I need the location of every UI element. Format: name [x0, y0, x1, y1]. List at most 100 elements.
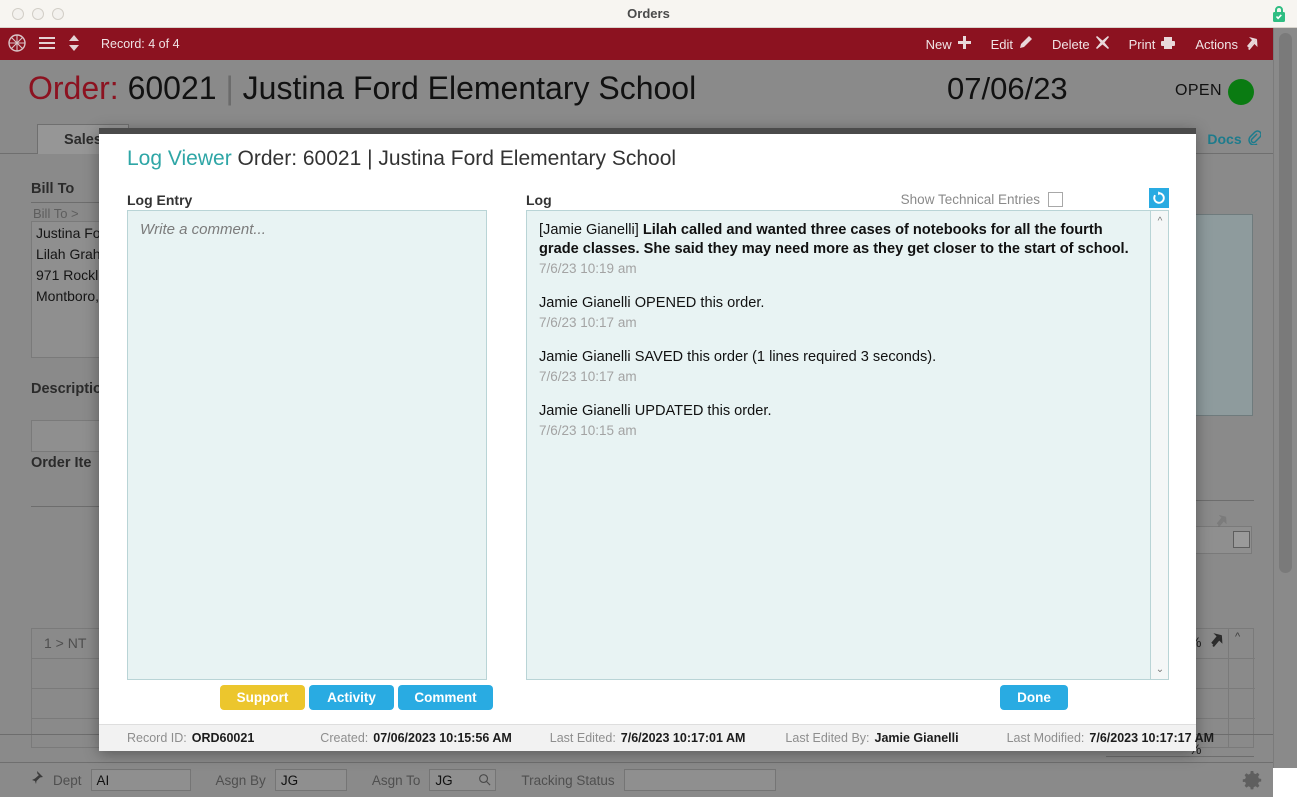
list-item: [Jamie Gianelli] Lilah called and wanted…	[539, 221, 1136, 276]
arrow-out-icon[interactable]	[1207, 631, 1224, 653]
right-rule-2	[1106, 756, 1254, 757]
bill-to-sub-label: Bill To >	[33, 206, 79, 221]
tab-sales-label: Sales	[64, 131, 102, 148]
asgn-by-value: JG	[280, 772, 299, 788]
title-separator: |	[225, 70, 234, 106]
hamburger-icon[interactable]	[38, 35, 56, 54]
status-badge: OPEN	[1175, 82, 1222, 99]
chevron-up-icon[interactable]: ^	[1151, 213, 1169, 229]
calendar-icon[interactable]	[1233, 531, 1250, 548]
last-edited-by-label: Last Edited By:	[785, 731, 870, 745]
asgn-to-input[interactable]: JG	[429, 769, 497, 791]
comment-button[interactable]: Comment	[398, 685, 493, 710]
log-entry-timestamp: 7/6/23 10:17 am	[539, 314, 637, 330]
window-title: Orders	[627, 6, 670, 21]
actions-label: Actions	[1195, 36, 1238, 52]
app-toolbar: Record: 4 of 4 New Edit Delete Print Act…	[0, 28, 1273, 60]
bill-line-1: Justina Fo	[36, 225, 101, 241]
show-technical-entries-toggle[interactable]: Show Technical Entries	[901, 192, 1063, 207]
dept-label: Dept	[53, 772, 82, 788]
done-button[interactable]: Done	[1000, 685, 1068, 710]
bill-line-2: Lilah Grah	[36, 246, 101, 262]
actions-button[interactable]: Actions	[1195, 35, 1259, 54]
delete-label: Delete	[1052, 36, 1090, 52]
pin-icon[interactable]	[28, 770, 44, 791]
chevron-down-icon[interactable]: ⌄	[1151, 661, 1169, 677]
bottom-status-bar: Dept AI Asgn By JG Asgn To JG Tracking S…	[0, 762, 1273, 797]
log-entry-placeholder: Write a comment...	[140, 221, 266, 238]
log-entry-label: Log Entry	[127, 192, 193, 208]
last-edited-value: 7/6/2023 10:17:01 AM	[620, 731, 746, 745]
globe-icon[interactable]	[7, 33, 27, 56]
order-date: 07/06/23	[947, 71, 1068, 106]
arrow-out-icon[interactable]	[1213, 513, 1228, 533]
log-entry-text: Jamie Gianelli OPENED this order.	[539, 294, 765, 311]
delete-button[interactable]: Delete	[1052, 35, 1110, 53]
record-id-label: Record ID:	[127, 731, 187, 745]
log-entry-timestamp: 7/6/23 10:19 am	[539, 260, 637, 276]
updown-arrows-icon[interactable]	[67, 34, 81, 55]
log-entry-timestamp: 7/6/23 10:17 am	[539, 368, 637, 384]
edit-label: Edit	[990, 36, 1014, 52]
print-label: Print	[1128, 36, 1156, 52]
last-edited-by-value: Jamie Gianelli	[874, 731, 959, 745]
order-items-section-title: Order Ite	[31, 455, 92, 471]
footer-last-modified: Last Modified: 7/6/2023 10:17:17 AM	[1007, 731, 1214, 745]
dialog-drag-bar[interactable]	[99, 128, 1196, 134]
paperclip-icon	[1247, 130, 1262, 148]
activity-button-label: Activity	[327, 690, 376, 705]
last-modified-label: Last Modified:	[1006, 731, 1085, 745]
record-counter: Record: 4 of 4	[101, 37, 180, 51]
asgn-by-label: Asgn By	[215, 772, 266, 788]
footer-record-id: Record ID: ORD60021	[127, 731, 254, 745]
footer-created: Created: 07/06/2023 10:15:56 AM	[320, 731, 511, 745]
log-entry-text: [Jamie Gianelli] Lilah called and wanted…	[539, 221, 1136, 259]
support-button[interactable]: Support	[220, 685, 305, 710]
log-list: [Jamie Gianelli] Lilah called and wanted…	[527, 211, 1150, 679]
bill-line-3: 971 Rockl	[36, 267, 99, 283]
done-button-label: Done	[1017, 690, 1051, 705]
created-value: 07/06/2023 10:15:56 AM	[373, 731, 512, 745]
order-prefix: Order:	[28, 70, 119, 106]
asgn-by-input[interactable]: JG	[274, 769, 347, 791]
right-mini-grid-scroll[interactable]: ^	[1228, 628, 1254, 748]
record-header: Order: 60021 | Justina Ford Elementary S…	[0, 60, 1273, 122]
dept-input[interactable]: AI	[90, 769, 191, 791]
page-title: Order: 60021 | Justina Ford Elementary S…	[28, 70, 696, 107]
refresh-icon[interactable]	[1149, 188, 1169, 208]
comment-button-label: Comment	[414, 690, 477, 705]
window-scrollbar-thumb[interactable]	[1279, 33, 1292, 573]
log-label: Log	[526, 192, 552, 208]
log-scrollbar[interactable]: ^ ⌄	[1150, 211, 1168, 679]
order-number: 60021	[127, 70, 217, 106]
dialog-button-row: Support Activity Comment Done	[99, 685, 1196, 719]
tab-docs[interactable]: Docs	[1193, 124, 1273, 154]
search-icon[interactable]	[478, 773, 491, 789]
print-button[interactable]: Print	[1129, 36, 1177, 53]
log-entry-input[interactable]: Write a comment...	[127, 210, 487, 680]
asgn-to-value: JG	[435, 772, 453, 788]
edit-button[interactable]: Edit	[991, 35, 1033, 53]
window-titlebar: Orders	[0, 0, 1297, 28]
window-scrollbar[interactable]	[1273, 28, 1297, 768]
show-technical-entries-checkbox[interactable]	[1048, 192, 1063, 207]
last-modified-value: 7/6/2023 10:17:17 AM	[1089, 731, 1215, 745]
bill-line-4: Montboro,	[36, 288, 100, 304]
support-button-label: Support	[236, 690, 289, 705]
tracking-status-input[interactable]	[623, 769, 776, 791]
dialog-title: Log Viewer Order: 60021 | Justina Ford E…	[127, 147, 676, 171]
gear-icon[interactable]	[1241, 770, 1263, 797]
grid-row-1-text: 1 > NT	[44, 635, 87, 651]
bill-to-section-title: Bill To	[31, 181, 75, 197]
chevron-up-icon[interactable]: ^	[1235, 631, 1240, 643]
last-edited-label: Last Edited:	[549, 731, 616, 745]
new-button[interactable]: New	[926, 35, 972, 53]
log-entry-text: Jamie Gianelli SAVED this order (1 lines…	[539, 348, 937, 365]
activity-button[interactable]: Activity	[309, 685, 394, 710]
dept-value: AI	[96, 772, 110, 788]
log-list-container: [Jamie Gianelli] Lilah called and wanted…	[526, 210, 1169, 680]
status-indicator-icon	[1228, 79, 1254, 105]
plus-icon	[957, 35, 972, 53]
asgn-to-label: Asgn To	[371, 772, 421, 788]
arrow-out-icon	[1243, 35, 1259, 54]
